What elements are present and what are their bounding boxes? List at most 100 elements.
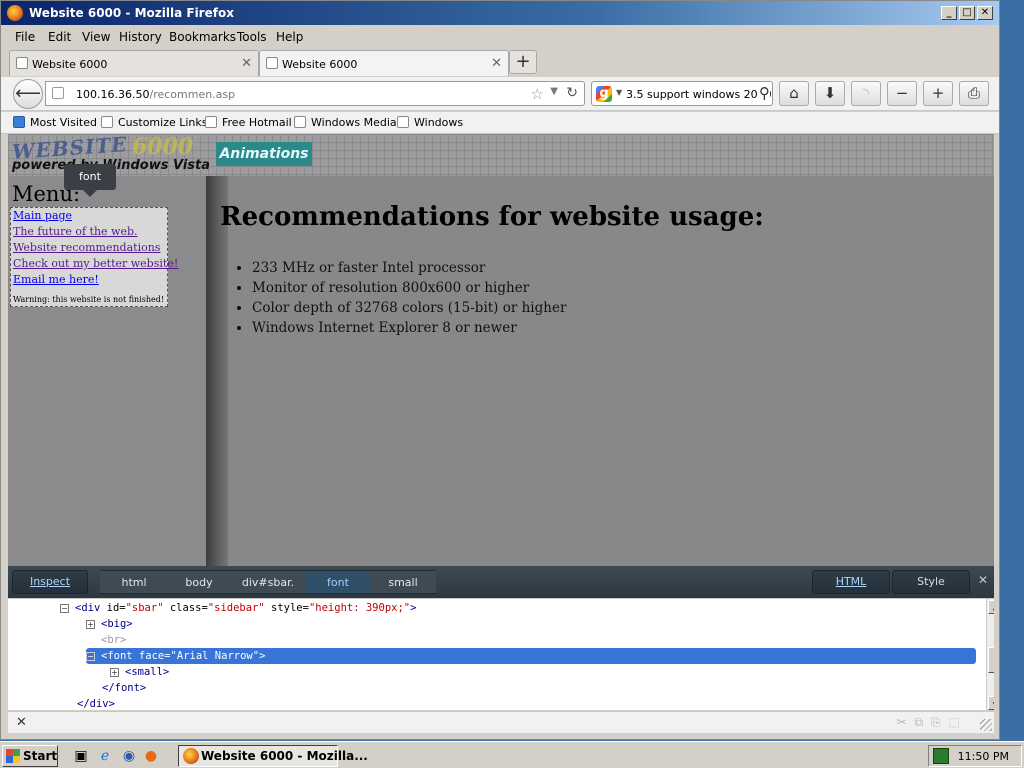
requirements-list: 233 MHz or faster Intel processor Monito… xyxy=(252,258,566,338)
collapse-icon[interactable]: − xyxy=(60,604,69,613)
zoom-out-button[interactable]: − xyxy=(887,81,917,106)
bookmarks-toolbar: Most Visited Customize Links Free Hotmai… xyxy=(1,112,999,134)
link-email[interactable]: Email me here! xyxy=(13,273,99,286)
page-header: WEBSITE 6000 powered by Windows Vista An… xyxy=(8,134,994,176)
menu-tools[interactable]: Tools xyxy=(237,30,267,44)
markup-line-div[interactable]: − <div id="sbar" class="sidebar" style="h… xyxy=(60,600,416,616)
menu-history[interactable]: History xyxy=(119,30,162,44)
network-icon[interactable] xyxy=(933,748,949,764)
new-tab-button[interactable]: + xyxy=(509,50,537,74)
html-markup-panel: − <div id="sbar" class="sidebar" style="h… xyxy=(8,598,994,710)
url-dropdown-icon[interactable]: ▼ xyxy=(550,86,558,97)
firefox-icon xyxy=(7,5,23,21)
zoom-in-button[interactable]: + xyxy=(923,81,953,106)
markup-line-font-close[interactable]: </font> xyxy=(102,680,146,696)
inspector-toolbar: Inspect html body div#sbar. font small H… xyxy=(8,566,994,598)
close-button[interactable]: ✕ xyxy=(977,6,993,20)
start-button[interactable]: Start xyxy=(2,745,58,767)
search-input[interactable]: 3.5 support windows 2000 xyxy=(626,88,772,101)
bookmark-windows[interactable]: Windows xyxy=(397,116,463,129)
crumb-html[interactable]: html xyxy=(100,570,168,594)
firefox-icon xyxy=(183,748,199,764)
internet-explorer-icon[interactable]: ℯ xyxy=(96,747,114,765)
link-future-of-web[interactable]: The future of the web. xyxy=(13,225,138,238)
bookmark-star-icon[interactable]: ☆ xyxy=(531,85,544,103)
expand-icon[interactable]: + xyxy=(86,620,95,629)
menu-edit[interactable]: Edit xyxy=(48,30,71,44)
link-better-website[interactable]: Check out my better website! xyxy=(13,257,178,270)
clock[interactable]: 11:50 PM xyxy=(958,750,1009,763)
site-identity-icon[interactable] xyxy=(52,87,64,99)
crumb-div-sbar[interactable]: div#sbar. xyxy=(230,570,306,594)
tab-close-icon[interactable]: ✕ xyxy=(491,56,502,71)
menu-bookmarks[interactable]: Bookmarks xyxy=(169,30,236,44)
markup-line-font-selected[interactable]: − <font face="Arial Narrow"> xyxy=(86,648,976,664)
show-desktop-icon[interactable]: ▣ xyxy=(72,747,90,765)
collapse-icon[interactable]: − xyxy=(86,652,95,661)
list-item: Windows Internet Explorer 8 or newer xyxy=(252,318,566,338)
link-main-page[interactable]: Main page xyxy=(13,209,72,222)
menu-help[interactable]: Help xyxy=(276,30,303,44)
search-icon[interactable]: ⚲ xyxy=(757,84,770,102)
rss-icon[interactable]: ◝ xyxy=(851,81,881,106)
taskbar-firefox-item[interactable]: Website 6000 - Mozilla... xyxy=(178,745,368,767)
inspector-close-icon[interactable]: ✕ xyxy=(978,573,988,587)
html-panel-button[interactable]: HTML xyxy=(812,570,890,594)
link-website-recommendations[interactable]: Website recommendations xyxy=(13,241,160,254)
google-icon[interactable]: g xyxy=(596,86,612,102)
menu-file[interactable]: File xyxy=(15,30,35,44)
crumb-small[interactable]: small xyxy=(370,570,436,594)
bookmark-most-visited[interactable]: Most Visited xyxy=(13,116,97,129)
markup-line-small[interactable]: + <small> xyxy=(110,664,169,680)
animations-banner[interactable]: Animations xyxy=(216,142,312,166)
crumb-body[interactable]: body xyxy=(168,570,230,594)
url-bar[interactable]: 100.16.36.50/recommen.asp ☆ ▼ ↻ xyxy=(45,81,585,106)
bookmark-free-hotmail[interactable]: Free Hotmail xyxy=(205,116,292,129)
crumb-font[interactable]: font xyxy=(306,570,370,594)
search-engine-dropdown-icon[interactable]: ▼ xyxy=(616,88,622,97)
most-visited-icon xyxy=(13,116,25,128)
markup-line-big[interactable]: + <big> xyxy=(86,616,133,632)
search-box[interactable]: g ▼ 3.5 support windows 2000 ⚲ xyxy=(591,81,773,106)
sidebar-divider xyxy=(206,176,228,566)
inspect-button[interactable]: Inspect xyxy=(12,570,88,594)
windows-media-icon[interactable]: ◉ xyxy=(120,747,138,765)
tab-label: Website 6000 xyxy=(32,58,108,71)
page-icon xyxy=(101,116,113,128)
home-button[interactable]: ⌂ xyxy=(779,81,809,106)
window-title: Website 6000 - Mozilla Firefox xyxy=(29,6,234,20)
tab-website-6000-1[interactable]: Website 6000 ✕ xyxy=(9,50,259,76)
close-status-icon[interactable]: ✕ xyxy=(16,715,27,730)
markup-line-br[interactable]: <br> xyxy=(101,632,126,648)
downloads-button[interactable]: ⬇ xyxy=(815,81,845,106)
expand-icon[interactable]: + xyxy=(110,668,119,677)
menu-box: Main page The future of the web. Website… xyxy=(10,207,178,307)
page-title: Recommendations for website usage: xyxy=(220,202,764,232)
maximize-button[interactable]: □ xyxy=(959,6,975,20)
url-text: 100.16.36.50/recommen.asp xyxy=(76,88,236,101)
scroll-down-icon[interactable]: ▼ xyxy=(988,696,994,710)
page-content: WEBSITE 6000 powered by Windows Vista An… xyxy=(8,134,994,566)
back-button[interactable]: ⟵ xyxy=(13,79,43,109)
tab-label: Website 6000 xyxy=(282,58,358,71)
warning-text: Warning: this website is not finished! xyxy=(13,295,165,304)
resize-grip-icon[interactable] xyxy=(980,719,992,731)
bookmark-customize-links[interactable]: Customize Links xyxy=(101,116,208,129)
tab-website-6000-2[interactable]: Website 6000 ✕ xyxy=(259,50,509,76)
firefox-quicklaunch-icon[interactable]: ● xyxy=(142,747,160,765)
scroll-thumb[interactable] xyxy=(988,647,994,673)
markup-scrollbar[interactable]: ▲ ▼ xyxy=(986,599,994,710)
title-bar[interactable]: Website 6000 - Mozilla Firefox _ □ ✕ xyxy=(1,1,999,25)
page-icon xyxy=(266,57,278,69)
minimize-button[interactable]: _ xyxy=(941,6,957,20)
scroll-up-icon[interactable]: ▲ xyxy=(988,600,994,614)
bookmark-windows-media[interactable]: Windows Media xyxy=(294,116,397,129)
list-item: Color depth of 32768 colors (15-bit) or … xyxy=(252,298,566,318)
menu-view[interactable]: View xyxy=(82,30,110,44)
print-button[interactable]: ⎙ xyxy=(959,81,989,106)
reload-icon[interactable]: ↻ xyxy=(566,85,578,101)
style-panel-button[interactable]: Style xyxy=(892,570,970,594)
markup-line-div-close[interactable]: </div> xyxy=(77,696,115,710)
windows-logo-icon xyxy=(6,749,20,763)
tab-close-icon[interactable]: ✕ xyxy=(241,56,252,71)
